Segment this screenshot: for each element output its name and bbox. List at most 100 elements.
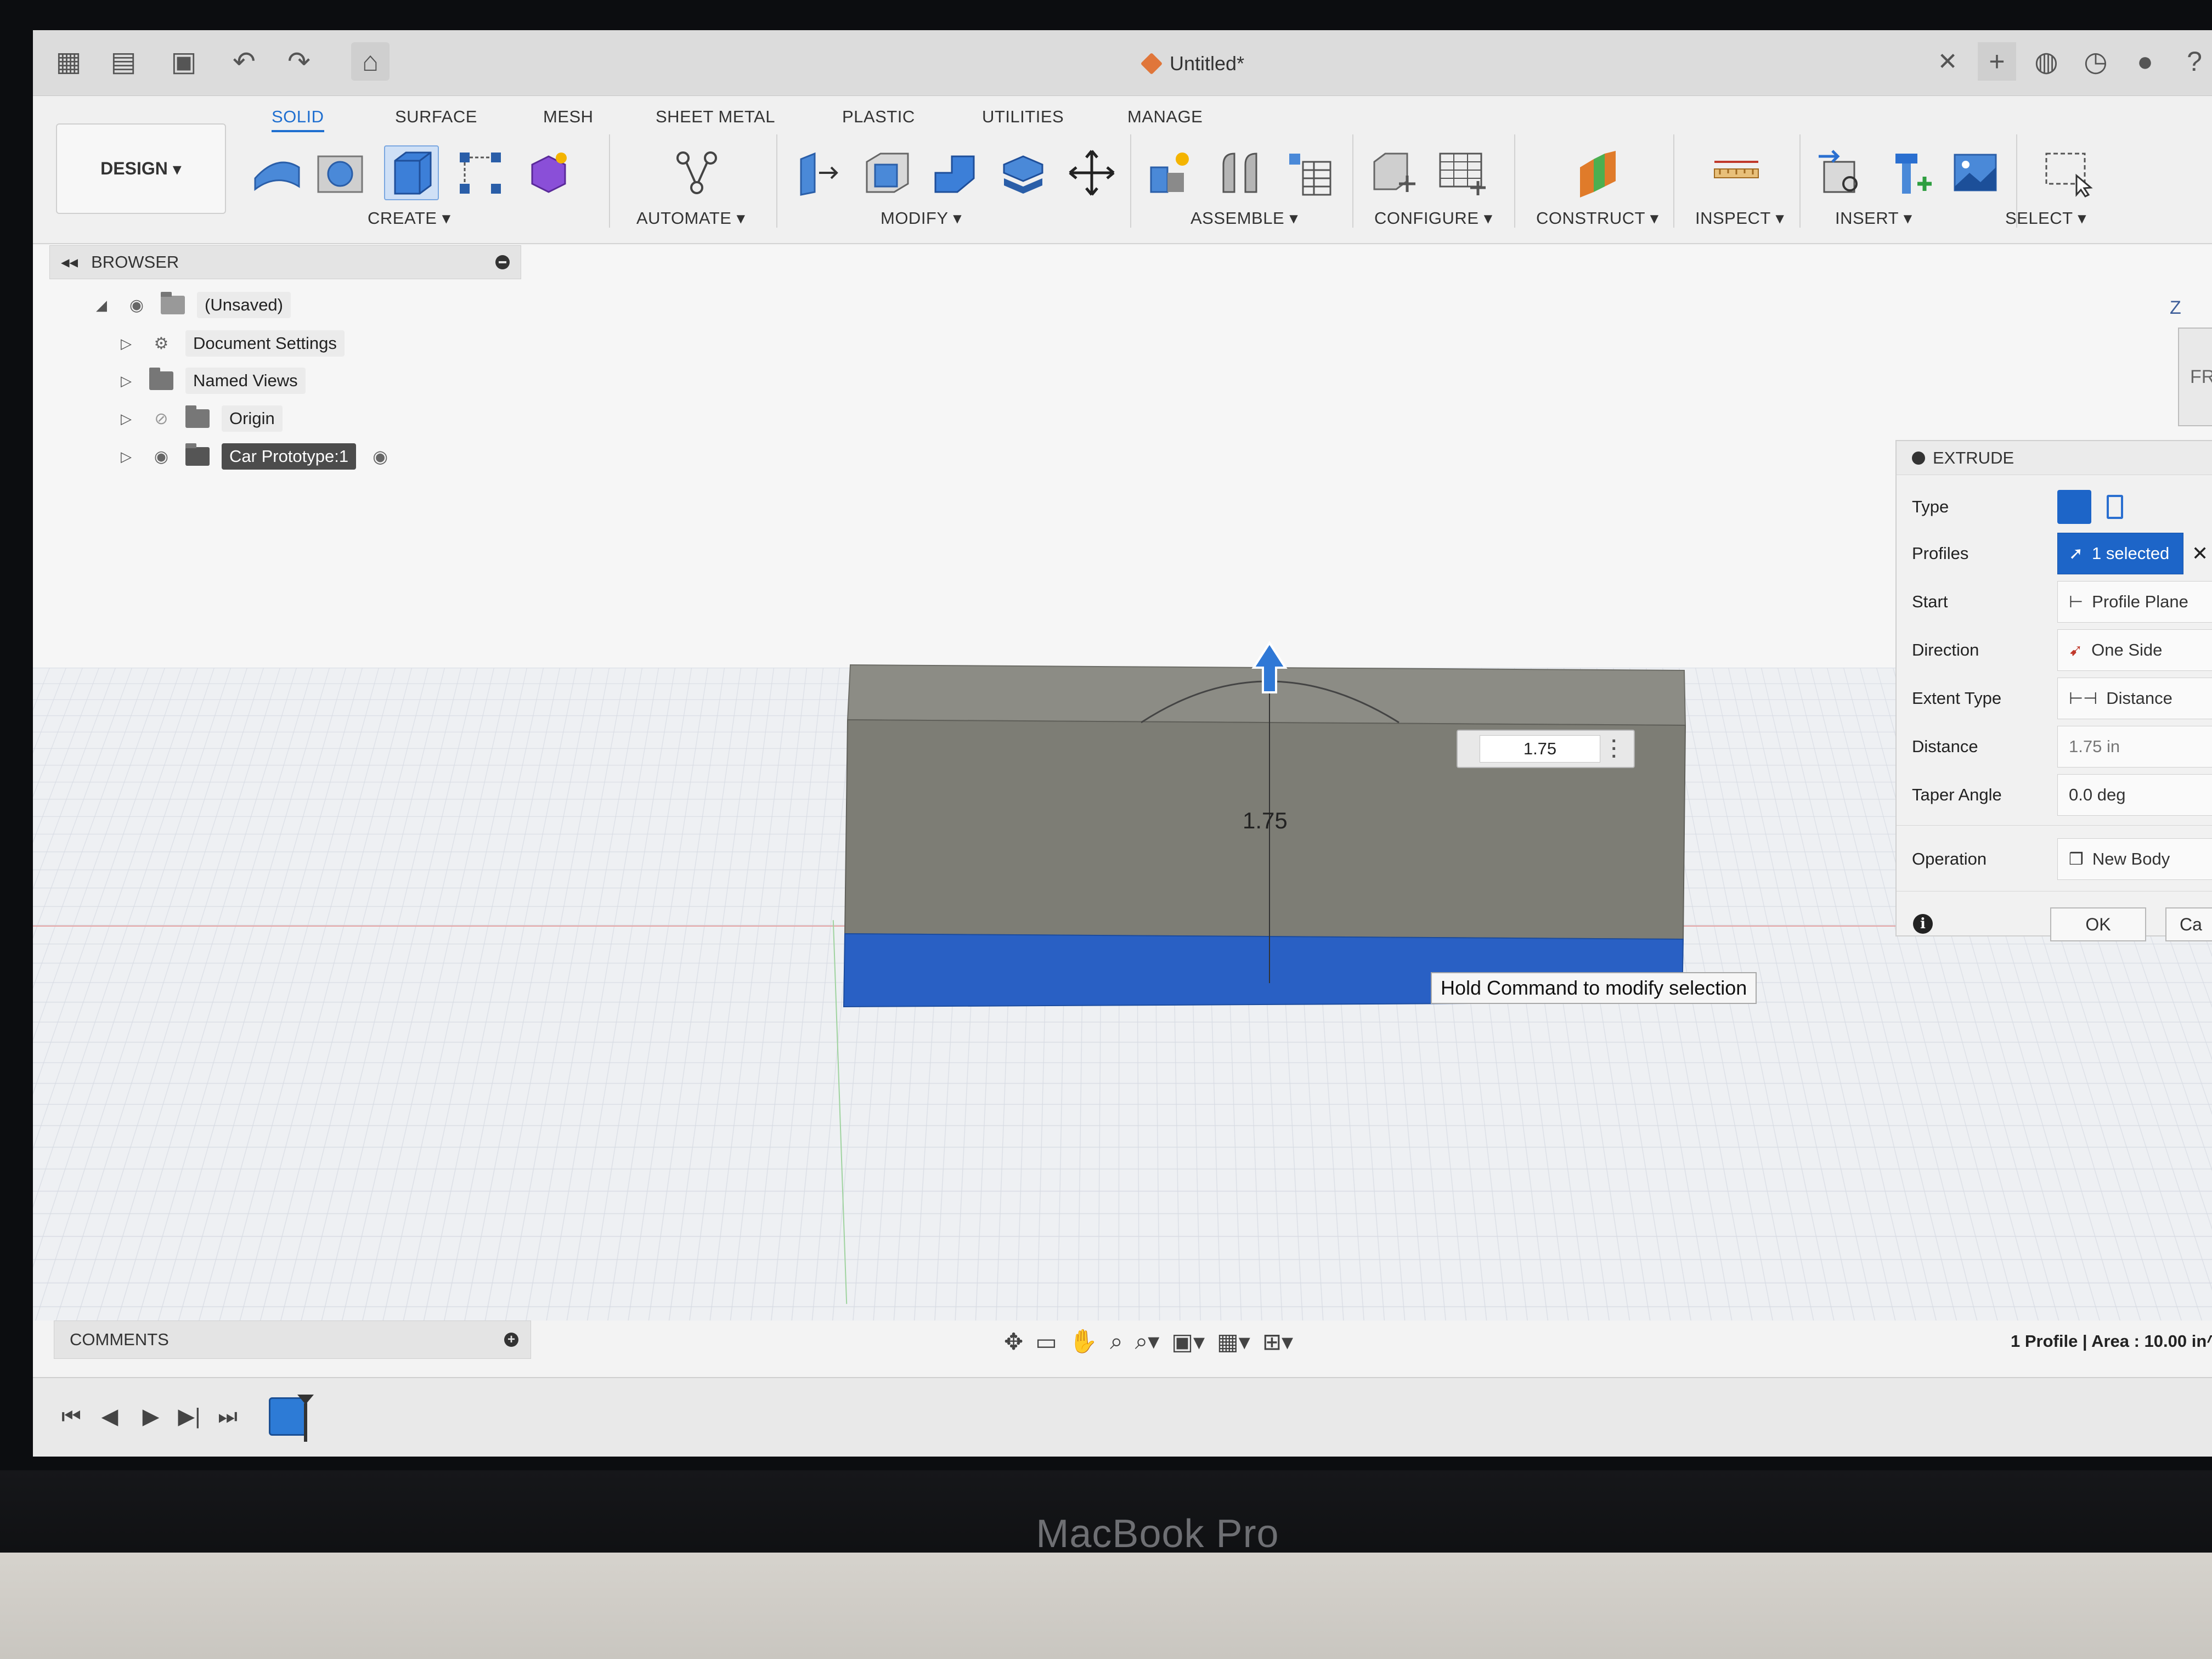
notifications-icon[interactable]: ● bbox=[2126, 42, 2164, 81]
tab-manage[interactable]: MANAGE bbox=[1127, 107, 1203, 127]
grid-settings-icon[interactable]: ▦▾ bbox=[1217, 1328, 1250, 1355]
job-status-icon[interactable]: ◷ bbox=[2076, 42, 2115, 81]
tree-item-named-views[interactable]: ▷ Named Views bbox=[121, 364, 306, 398]
fillet-icon[interactable] bbox=[859, 145, 913, 200]
ok-button[interactable]: OK bbox=[2050, 907, 2146, 941]
form-icon[interactable] bbox=[521, 145, 576, 200]
type-solid-icon[interactable] bbox=[2057, 490, 2091, 524]
tab-plastic[interactable]: PLASTIC bbox=[842, 107, 915, 127]
more-options-icon[interactable]: · · · bbox=[1611, 732, 1617, 766]
pan-icon[interactable]: ✋ bbox=[1069, 1328, 1098, 1355]
app-grid-icon[interactable]: ▦ bbox=[49, 42, 88, 81]
measure-icon[interactable] bbox=[1709, 145, 1764, 200]
close-tab-icon[interactable]: ✕ bbox=[1928, 42, 1967, 81]
insert-canvas-icon[interactable] bbox=[1948, 145, 2002, 200]
fit-icon[interactable]: ⌕▾ bbox=[1135, 1328, 1160, 1355]
group-configure[interactable]: CONFIGURE ▾ bbox=[1374, 208, 1493, 228]
info-icon[interactable]: i bbox=[1913, 914, 1933, 934]
group-automate[interactable]: AUTOMATE ▾ bbox=[636, 208, 746, 228]
tree-item-component[interactable]: ▷ ◉ Car Prototype:1 ◉ bbox=[121, 439, 392, 473]
expand-arrow-icon[interactable]: ▷ bbox=[121, 373, 137, 390]
operation-dropdown[interactable]: ❒ New Body bbox=[2057, 838, 2212, 880]
start-dropdown[interactable]: ⊢ Profile Plane bbox=[2057, 581, 2212, 623]
insert-mcmaster-icon[interactable] bbox=[1882, 145, 1937, 200]
new-tab-icon[interactable]: + bbox=[1978, 42, 2016, 81]
look-at-icon[interactable]: ▭ bbox=[1035, 1328, 1057, 1355]
automate-icon[interactable] bbox=[669, 145, 724, 200]
tree-item-document-settings[interactable]: ▷ ⚙ Document Settings bbox=[121, 326, 345, 360]
file-menu-icon[interactable]: ▤ bbox=[104, 42, 143, 81]
direction-dropdown[interactable]: ➹ One Side bbox=[2057, 629, 2212, 671]
distance-field[interactable]: 1.75 in bbox=[2057, 726, 2212, 768]
joint-icon[interactable] bbox=[1212, 145, 1267, 200]
tab-mesh[interactable]: MESH bbox=[543, 107, 594, 127]
expand-arrow-icon[interactable]: ◢ bbox=[96, 297, 112, 314]
profiles-selection[interactable]: ➚ 1 selected bbox=[2057, 533, 2183, 574]
group-modify[interactable]: MODIFY ▾ bbox=[881, 208, 962, 228]
revolve-icon[interactable] bbox=[313, 145, 368, 200]
tab-solid[interactable]: SOLID bbox=[272, 107, 324, 132]
configuration-table-icon[interactable] bbox=[1435, 145, 1489, 200]
step-back-icon[interactable]: ◀ bbox=[93, 1400, 126, 1433]
extent-type-dropdown[interactable]: ⊢⊣ Distance bbox=[2057, 678, 2212, 719]
taper-angle-field[interactable]: 0.0 deg bbox=[2057, 774, 2212, 816]
offset-plane-icon[interactable] bbox=[1569, 145, 1624, 200]
collapse-dialog-icon[interactable] bbox=[1912, 451, 1925, 465]
go-to-start-icon[interactable]: ⏮ bbox=[55, 1400, 88, 1433]
distance-input[interactable]: 1.75 bbox=[1480, 735, 1600, 763]
new-component-icon[interactable] bbox=[1144, 145, 1199, 200]
configure-icon[interactable] bbox=[1366, 145, 1421, 200]
group-assemble[interactable]: ASSEMBLE ▾ bbox=[1190, 208, 1298, 228]
insert-derive-icon[interactable] bbox=[1813, 145, 1868, 200]
chamfer-icon[interactable] bbox=[927, 145, 982, 200]
expand-arrow-icon[interactable]: ▷ bbox=[121, 335, 137, 352]
expand-arrow-icon[interactable]: ▷ bbox=[121, 448, 137, 465]
pattern-icon[interactable] bbox=[453, 145, 507, 200]
cancel-button[interactable]: Ca bbox=[2165, 907, 2212, 941]
group-create[interactable]: CREATE ▾ bbox=[368, 208, 451, 228]
step-forward-icon[interactable]: ▶| bbox=[173, 1400, 206, 1433]
tab-utilities[interactable]: UTILITIES bbox=[982, 107, 1064, 127]
orbit-icon[interactable]: ✥ bbox=[1004, 1328, 1023, 1355]
zoom-icon[interactable]: ⌕ bbox=[1110, 1328, 1123, 1355]
viewcube[interactable]: FRONT bbox=[2178, 328, 2212, 426]
type-thin-icon[interactable] bbox=[2101, 490, 2129, 524]
extensions-icon[interactable]: ◍ bbox=[2027, 42, 2066, 81]
create-sketch-icon[interactable] bbox=[250, 145, 304, 200]
distance-input-box[interactable]: 1.75 · · · bbox=[1457, 730, 1635, 768]
extrude-header[interactable]: EXTRUDE bbox=[1897, 441, 2212, 475]
clear-selection-icon[interactable]: ✕ bbox=[2192, 542, 2208, 565]
play-icon[interactable]: ▶ bbox=[134, 1400, 167, 1433]
shell-icon[interactable] bbox=[996, 145, 1051, 200]
group-construct[interactable]: CONSTRUCT ▾ bbox=[1536, 208, 1659, 228]
hidden-eye-icon[interactable]: ⊘ bbox=[149, 410, 173, 428]
move-icon[interactable] bbox=[1064, 145, 1119, 200]
add-comment-icon[interactable]: + bbox=[504, 1332, 518, 1347]
viewports-icon[interactable]: ⊞▾ bbox=[1262, 1328, 1293, 1355]
save-icon[interactable]: ▣ bbox=[165, 42, 203, 81]
design-canvas[interactable]: ◂◂ BROWSER ◢ ◉ (Unsaved) ▷ ⚙ Document Se… bbox=[33, 245, 2212, 1321]
visibility-eye-icon[interactable]: ◉ bbox=[125, 296, 149, 314]
minimize-browser-icon[interactable] bbox=[495, 255, 510, 269]
visibility-eye-icon[interactable]: ◉ bbox=[149, 448, 173, 466]
tree-item-origin[interactable]: ▷ ⊘ Origin bbox=[121, 402, 283, 436]
activate-radio-icon[interactable]: ◉ bbox=[368, 447, 392, 466]
tab-sheet-metal[interactable]: SHEET METAL bbox=[656, 107, 775, 127]
home-icon[interactable]: ⌂ bbox=[351, 42, 390, 81]
collapse-panel-icon[interactable]: ◂◂ bbox=[61, 252, 78, 272]
display-settings-icon[interactable]: ▣▾ bbox=[1171, 1328, 1205, 1355]
select-box-icon[interactable] bbox=[2041, 145, 2096, 200]
bill-of-materials-icon[interactable] bbox=[1281, 145, 1336, 200]
undo-icon[interactable]: ↶ bbox=[225, 42, 263, 81]
workspace-switcher[interactable]: DESIGN ▾ bbox=[56, 123, 226, 214]
browser-header[interactable]: ◂◂ BROWSER bbox=[49, 245, 521, 279]
press-pull-icon[interactable] bbox=[790, 145, 845, 200]
expand-arrow-icon[interactable]: ▷ bbox=[121, 410, 137, 427]
group-select[interactable]: SELECT ▾ bbox=[2005, 208, 2086, 228]
group-inspect[interactable]: INSPECT ▾ bbox=[1695, 208, 1784, 228]
redo-icon[interactable]: ↷ bbox=[280, 42, 318, 81]
comments-panel[interactable]: COMMENTS + bbox=[54, 1321, 531, 1359]
extrude-icon[interactable] bbox=[384, 145, 439, 200]
group-insert[interactable]: INSERT ▾ bbox=[1835, 208, 1912, 228]
tab-surface[interactable]: SURFACE bbox=[395, 107, 477, 127]
